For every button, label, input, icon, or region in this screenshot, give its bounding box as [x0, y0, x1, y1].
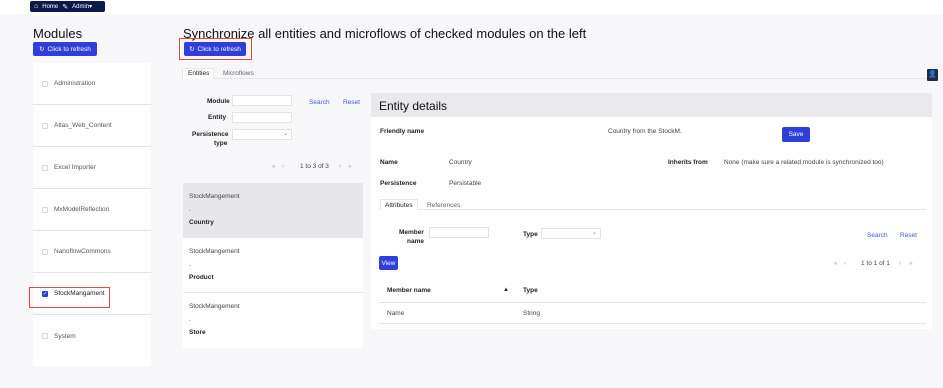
- sort-asc-icon[interactable]: ▲: [503, 287, 509, 293]
- save-button[interactable]: Save: [782, 127, 810, 142]
- pager-prev-icon[interactable]: ‹: [282, 163, 284, 170]
- details-title: Entity details: [379, 99, 448, 113]
- tab-attributes[interactable]: Attributes: [385, 202, 412, 209]
- name-label: Name: [380, 159, 398, 166]
- member-name-input[interactable]: [429, 227, 489, 238]
- wrench-icon: ✎: [62, 3, 69, 11]
- attr-search-button[interactable]: Search: [867, 232, 888, 239]
- module-item[interactable]: NanoflowCommons: [33, 231, 151, 273]
- attr-pager-prev-icon[interactable]: ‹: [844, 260, 846, 267]
- persistence-detail-label: Persistence: [380, 180, 417, 187]
- entity-label: Entity: [208, 114, 227, 121]
- module-checkbox[interactable]: [42, 248, 48, 255]
- highlight-box: [179, 38, 252, 60]
- highlight-box: [29, 287, 110, 308]
- tab-references[interactable]: References: [427, 202, 460, 209]
- module-item[interactable]: Excel Importer: [33, 147, 151, 189]
- refresh-icon: ↻: [39, 46, 45, 53]
- persistence-label: Persistence: [192, 131, 229, 138]
- top-navbar: [0, 0, 943, 14]
- entity-row-selected[interactable]: StockMangement . Country: [183, 183, 363, 238]
- module-input[interactable]: [232, 95, 292, 106]
- col-member-name[interactable]: Member name: [387, 287, 431, 294]
- module-item[interactable]: System: [33, 315, 151, 357]
- persistence-label-2: type: [214, 140, 228, 147]
- nav-home-link[interactable]: Home: [42, 4, 58, 10]
- module-checkbox[interactable]: [42, 333, 48, 339]
- module-label: Module: [207, 98, 230, 105]
- member-name-label: Member: [399, 229, 424, 236]
- view-button[interactable]: View: [379, 256, 398, 270]
- attr-pager-next-icon[interactable]: ›: [899, 260, 901, 267]
- type-label: Type: [523, 231, 538, 238]
- user-icon[interactable]: 👤: [927, 69, 938, 81]
- module-checkbox[interactable]: [42, 80, 48, 87]
- attr-pager-first-icon[interactable]: «: [834, 260, 838, 267]
- nav-pill: ⌂ Home ✎ Admin▾: [30, 1, 105, 12]
- name-value: Country: [449, 159, 472, 166]
- details-header: [371, 93, 932, 117]
- detail-tab-divider: [380, 209, 926, 210]
- pager-first-icon[interactable]: «: [272, 163, 276, 170]
- persistence-detail-value: Persistable: [449, 180, 482, 187]
- member-name-label-2: name: [407, 238, 424, 245]
- reset-button[interactable]: Reset: [343, 99, 360, 106]
- inherits-label: Inherits from: [668, 159, 708, 166]
- attr-pager-text: 1 to 1 of 1: [861, 260, 890, 267]
- pager-next-icon[interactable]: ›: [339, 163, 341, 170]
- search-button[interactable]: Search: [309, 99, 330, 106]
- cell-member-name: Name: [387, 310, 405, 317]
- chevron-down-icon: ⌄: [283, 131, 289, 137]
- module-checkbox[interactable]: [42, 164, 48, 171]
- inherits-value: None (make sure a related module is sync…: [724, 159, 884, 166]
- modules-refresh-button[interactable]: ↻ Click to refresh: [33, 42, 97, 56]
- module-checkbox[interactable]: [42, 122, 48, 129]
- entity-row[interactable]: StockMangement . Store: [183, 293, 363, 348]
- module-checkbox[interactable]: [42, 206, 48, 213]
- modules-title: Modules: [33, 26, 83, 41]
- module-item[interactable]: MxModelReflection: [33, 189, 151, 231]
- pager-text: 1 to 3 of 3: [300, 163, 329, 170]
- module-item[interactable]: Administration: [33, 63, 151, 105]
- details-panel: [371, 117, 932, 329]
- attr-pager-last-icon[interactable]: »: [909, 260, 913, 267]
- entity-input[interactable]: [232, 112, 292, 123]
- attr-reset-button[interactable]: Reset: [900, 232, 917, 239]
- tab-entities[interactable]: Entities: [188, 70, 209, 77]
- pager-last-icon[interactable]: »: [348, 163, 352, 170]
- table-row[interactable]: [379, 303, 926, 324]
- tab-microflows[interactable]: Microflows: [223, 70, 254, 77]
- cell-type: String: [523, 310, 540, 317]
- entity-row[interactable]: StockMangement . Product: [183, 238, 363, 293]
- chevron-down-icon: ⌄: [592, 230, 598, 236]
- col-type[interactable]: Type: [523, 287, 538, 294]
- module-item[interactable]: Atlas_Web_Content: [33, 105, 151, 147]
- home-icon[interactable]: ⌂: [34, 3, 38, 10]
- friendly-name-input[interactable]: Country from the StockM.: [608, 128, 682, 135]
- tab-divider: [183, 78, 933, 79]
- nav-admin-dropdown[interactable]: Admin▾: [72, 3, 92, 10]
- friendly-name-label: Friendly name: [380, 128, 425, 135]
